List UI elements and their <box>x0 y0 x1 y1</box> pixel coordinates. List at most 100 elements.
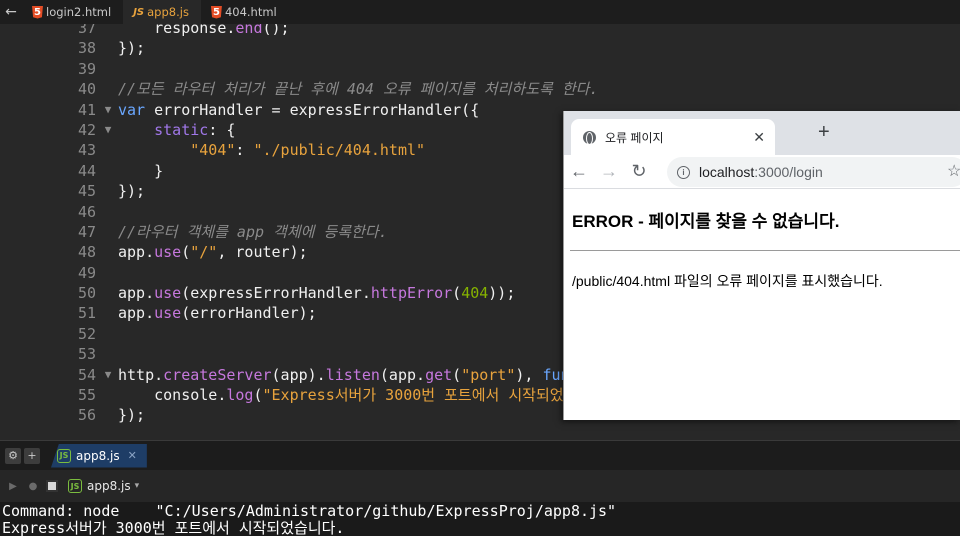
back-arrow-icon[interactable]: ← <box>0 0 22 24</box>
code-token: (errorHandler); <box>181 304 317 323</box>
code-token: "404" <box>118 141 236 160</box>
code-token: app. <box>118 304 155 323</box>
code-token: http. <box>118 365 164 384</box>
fold-arrow-icon[interactable]: ▼ <box>98 100 118 120</box>
reload-icon[interactable]: ↻ <box>624 161 654 182</box>
line-number: 40 <box>77 80 96 99</box>
fold-arrow-icon[interactable]: ▼ <box>98 365 118 385</box>
address-bar[interactable]: i localhost:3000/login <box>667 157 960 187</box>
fold-gutter <box>98 222 118 242</box>
code-line[interactable]: 39 <box>0 59 960 79</box>
line-source: //라우터 객체를 app 객체에 등록한다. <box>118 222 388 242</box>
editor-tab-bar: ← 5 login2.html JS app8.js 5 404.html <box>0 0 960 24</box>
fold-gutter <box>98 140 118 160</box>
code-token: listen <box>325 365 380 384</box>
url-host: localhost <box>699 164 755 180</box>
browser-window[interactable]: 오류 페이지 ✕ + ← → ↻ i localhost:3000/login … <box>563 111 960 420</box>
fold-gutter <box>98 38 118 58</box>
console-output[interactable]: Command: node "C:/Users/Administrator/gi… <box>0 502 960 536</box>
fold-arrow-icon[interactable]: ▼ <box>98 120 118 140</box>
console-line: Command: node "C:/Users/Administrator/gi… <box>2 502 617 520</box>
html5-icon: 5 <box>210 5 222 19</box>
code-token: = expressErrorHandler({ <box>262 100 480 119</box>
panel-tab-app8-js[interactable]: JS app8.js ✕ <box>51 443 147 468</box>
line-number: 56 <box>77 406 96 425</box>
line-number: 39 <box>77 59 96 78</box>
play-icon[interactable]: ▶ <box>6 479 20 493</box>
code-token: (app. <box>379 365 426 384</box>
fold-gutter <box>98 405 118 425</box>
close-icon[interactable]: ✕ <box>128 449 137 462</box>
line-number: 50 <box>77 284 96 303</box>
code-token: end <box>235 24 263 37</box>
url-path: :3000/login <box>754 164 823 180</box>
code-token: errorHandler <box>145 100 263 119</box>
run-toolbar: ▶ ● JS app8.js ▾ <box>0 470 960 502</box>
line-number: 47 <box>77 222 96 241</box>
line-source: static: { <box>118 120 235 140</box>
code-token: response. <box>118 24 236 37</box>
divider <box>570 250 960 251</box>
code-token: }); <box>118 406 146 425</box>
code-token: ), <box>515 365 543 384</box>
tab-app8-js[interactable]: JS app8.js <box>123 0 201 24</box>
line-number: 55 <box>77 386 96 405</box>
gear-icon[interactable]: ⚙ <box>5 447 21 464</box>
info-icon[interactable]: i <box>677 165 690 179</box>
close-tab-icon[interactable]: ✕ <box>753 129 765 146</box>
code-token: //모든 라우터 처리가 끝난 후에 404 오류 페이지를 처리하도록 한다. <box>118 80 599 99</box>
line-number: 53 <box>77 345 96 364</box>
code-token: app. <box>118 284 155 303</box>
fold-gutter <box>98 242 118 262</box>
line-number: 45 <box>77 182 96 201</box>
forward-icon[interactable]: → <box>594 161 624 182</box>
bookmark-star-icon[interactable]: ☆ <box>947 161 960 181</box>
code-token: } <box>118 161 164 180</box>
run-target-label: app8.js <box>87 479 131 493</box>
code-token: (); <box>262 24 290 37</box>
line-number: 48 <box>77 243 96 262</box>
nodejs-icon: JS <box>68 479 82 493</box>
fold-gutter <box>98 59 118 79</box>
fold-gutter <box>98 202 118 222</box>
fold-gutter <box>98 303 118 323</box>
line-source: //모든 라우터 처리가 끝난 후에 404 오류 페이지를 처리하도록 한다. <box>118 79 598 99</box>
line-number: 51 <box>77 304 96 323</box>
chevron-down-icon: ▾ <box>134 481 140 491</box>
browser-tab[interactable]: 오류 페이지 ✕ <box>571 119 775 155</box>
panel-tab-bar: ⚙ + JS app8.js ✕ <box>0 440 960 470</box>
code-token: 404 <box>461 284 489 303</box>
add-panel-button[interactable]: + <box>24 447 40 464</box>
fold-gutter <box>98 181 118 201</box>
browser-toolbar: ← → ↻ i localhost:3000/login ☆ <box>564 155 960 189</box>
error-message: /public/404.html 파일의 오류 페이지를 표시했습니다. <box>572 273 883 289</box>
fold-gutter <box>98 344 118 364</box>
line-source: } <box>118 161 163 181</box>
tab-404-html[interactable]: 5 404.html <box>201 0 289 24</box>
stop-icon[interactable] <box>46 480 58 492</box>
code-token: "port" <box>461 365 516 384</box>
code-token: use <box>154 304 182 323</box>
debug-icon[interactable]: ● <box>26 479 40 493</box>
tab-login2-html[interactable]: 5 login2.html <box>22 0 123 24</box>
back-icon[interactable]: ← <box>564 161 594 182</box>
line-number: 43 <box>77 141 96 160</box>
code-line[interactable]: 38}); <box>0 38 960 58</box>
code-token: ( <box>452 365 462 384</box>
code-line[interactable]: 40 //모든 라우터 처리가 끝난 후에 404 오류 페이지를 처리하도록 한… <box>0 79 960 99</box>
fold-gutter <box>98 324 118 344</box>
code-token: httpError <box>370 284 453 303</box>
code-token: , router); <box>217 243 308 262</box>
new-tab-icon[interactable]: + <box>818 121 830 144</box>
code-line[interactable]: 37 response.end(); <box>0 24 960 38</box>
code-token: use <box>154 243 182 262</box>
code-token: "/" <box>190 243 218 262</box>
line-source: app.use(expressErrorHandler.httpError(40… <box>118 283 515 303</box>
line-source: }); <box>118 181 145 201</box>
fold-gutter <box>98 385 118 405</box>
line-number: 49 <box>77 263 96 282</box>
line-source: }); <box>118 405 145 425</box>
js-icon: JS <box>133 6 145 18</box>
browser-tab-strip: 오류 페이지 ✕ + <box>564 111 960 155</box>
run-target-select[interactable]: JS app8.js ▾ <box>68 479 139 493</box>
